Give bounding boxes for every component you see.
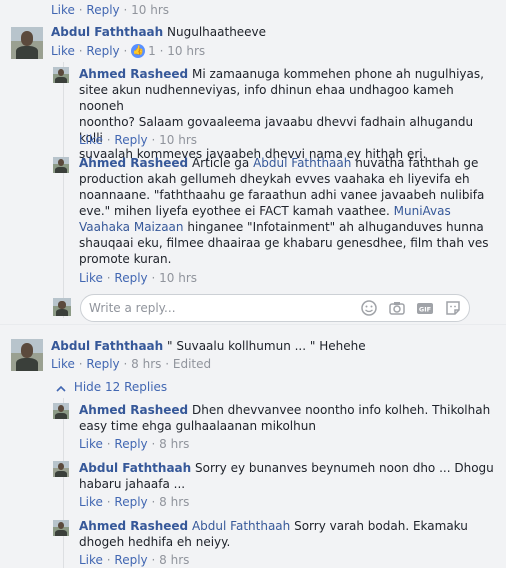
avatar[interactable] <box>53 520 69 536</box>
mention-link[interactable]: Abdul Faththaah <box>253 156 351 170</box>
reply-link[interactable]: Reply <box>114 553 147 567</box>
svg-text:GIF: GIF <box>419 306 431 314</box>
comment-actions: Like · Reply · 👍 1 · 10 hrs <box>51 44 206 58</box>
reply-author[interactable]: Abdul Faththaah <box>79 461 191 475</box>
comment-timestamp[interactable]: 10 hrs <box>167 44 205 58</box>
reply-actions: Like · Reply · 8 hrs <box>79 495 190 509</box>
reply-link[interactable]: Reply <box>86 3 119 17</box>
hide-replies-link[interactable]: Hide 12 Replies <box>56 380 167 394</box>
like-link[interactable]: Like <box>79 271 103 285</box>
reply: Ahmed Rasheed Article ga Abdul Faththaah… <box>79 156 489 266</box>
reaction-count[interactable]: 👍 1 <box>131 44 159 58</box>
comment-author[interactable]: Abdul Faththaah <box>51 25 163 39</box>
reply-author[interactable]: Ahmed Rasheed <box>79 156 188 170</box>
reply-link[interactable]: Reply <box>86 357 119 371</box>
comment-actions: Like · Reply · 8 hrs · Edited <box>51 357 212 371</box>
reply-actions: Like · Reply · 10 hrs <box>79 271 198 285</box>
avatar[interactable] <box>53 157 69 173</box>
reply-link[interactable]: Reply <box>114 133 147 147</box>
reply-actions: Like · Reply · 10 hrs <box>79 133 198 147</box>
edited-label[interactable]: Edited <box>173 357 211 371</box>
avatar[interactable] <box>53 461 69 477</box>
reply-link[interactable]: Reply <box>114 437 147 451</box>
reply-link[interactable]: Reply <box>114 495 147 509</box>
reply-timestamp[interactable]: 10 hrs <box>159 271 197 285</box>
comment-timestamp[interactable]: 8 hrs <box>131 357 161 371</box>
mention-link[interactable]: Abdul Faththaah <box>192 519 290 533</box>
mention-link[interactable]: MuniAvas <box>394 204 451 218</box>
chevron-up-icon <box>56 383 66 393</box>
reply-input[interactable] <box>87 298 351 318</box>
mention-link[interactable]: Vaahaka Maizaan <box>79 220 184 234</box>
like-link[interactable]: Like <box>79 553 103 567</box>
comment-text: " Suvaalu kollhumun ... " Hehehe <box>167 339 366 353</box>
like-link[interactable]: Like <box>51 357 75 371</box>
comment-timestamp[interactable]: 10 hrs <box>131 3 169 17</box>
like-link[interactable]: Like <box>51 3 75 17</box>
reply-timestamp[interactable]: 10 hrs <box>159 133 197 147</box>
reply-link[interactable]: Reply <box>114 271 147 285</box>
avatar[interactable] <box>53 403 69 419</box>
reply-author[interactable]: Ahmed Rasheed <box>79 67 188 81</box>
divider <box>0 324 506 325</box>
camera-icon[interactable] <box>388 299 406 317</box>
like-link[interactable]: Like <box>51 44 75 58</box>
like-link[interactable]: Like <box>79 133 103 147</box>
avatar[interactable] <box>53 67 69 83</box>
like-link[interactable]: Like <box>79 495 103 509</box>
comment-author[interactable]: Abdul Faththaah <box>51 339 163 353</box>
comment-text: Nugulhaatheeve <box>167 25 267 39</box>
avatar[interactable] <box>11 27 43 59</box>
comment: Abdul Faththaah " Suvaalu kollhumun ... … <box>51 338 366 354</box>
sticker-icon[interactable] <box>444 299 462 317</box>
reply: Abdul Faththaah Sorry ey bunanves beynum… <box>79 461 494 491</box>
comment: Abdul Faththaah Nugulhaatheeve <box>51 24 266 40</box>
reply-timestamp[interactable]: 8 hrs <box>159 437 189 451</box>
avatar[interactable] <box>11 339 43 371</box>
reply-author[interactable]: Ahmed Rasheed <box>79 403 188 417</box>
reply-actions: Like · Reply · 8 hrs <box>79 553 190 567</box>
emoji-icon[interactable] <box>360 299 378 317</box>
thumbs-up-icon: 👍 <box>131 44 146 58</box>
reply-timestamp[interactable]: 8 hrs <box>159 495 189 509</box>
avatar <box>53 298 71 316</box>
thread-line <box>63 62 64 318</box>
reply-actions: Like · Reply · 8 hrs <box>79 437 190 451</box>
gif-icon[interactable]: GIF <box>416 299 434 317</box>
reply: Ahmed Rasheed Abdul Faththaah Sorry vara… <box>79 519 468 549</box>
reply-link[interactable]: Reply <box>86 44 119 58</box>
top-comment-actions: Like · Reply · 10 hrs <box>51 3 170 17</box>
reply: Ahmed Rasheed Dhen dhevvanvee noontho in… <box>79 403 491 433</box>
thread-line <box>63 398 64 568</box>
reply-author[interactable]: Ahmed Rasheed <box>79 519 188 533</box>
like-link[interactable]: Like <box>79 437 103 451</box>
reply-timestamp[interactable]: 8 hrs <box>159 553 189 567</box>
reply: Ahmed Rasheed Mi zamaanuga kommehen phon… <box>79 67 484 161</box>
reply-box: GIF <box>80 294 470 322</box>
